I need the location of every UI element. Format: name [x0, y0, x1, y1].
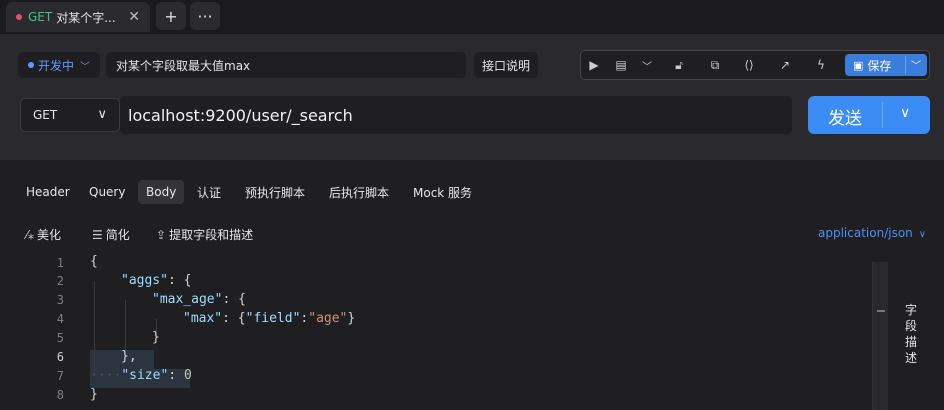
code-line: }: [90, 387, 98, 402]
add-tab-button[interactable]: +: [156, 2, 186, 30]
line-number: 4: [56, 312, 64, 326]
line-number: 6: [56, 350, 64, 364]
line-number: 3: [56, 293, 64, 307]
tab-bar: GET 对某个字... ✕ + ···: [0, 0, 944, 34]
close-icon[interactable]: ✕: [128, 9, 140, 25]
chevron-down-icon: ∨: [97, 107, 107, 122]
code-editor[interactable]: 1 2 3 4 5 6 7 8 { "aggs": { "max_age": {…: [0, 254, 870, 410]
chevron-down-icon[interactable]: ﹀: [639, 57, 655, 73]
save-label: 保存: [867, 58, 892, 73]
chevron-down-icon: ∨: [918, 229, 927, 240]
method-label: GET: [33, 108, 58, 122]
magic-wand-icon: ⁄⁎: [26, 227, 35, 242]
side-tab-char: 述: [904, 351, 917, 365]
request-name-input[interactable]: 对某个字段取最大值max: [106, 52, 466, 78]
play-icon[interactable]: ▶: [586, 57, 602, 73]
code-line: ····"size": 0: [90, 368, 192, 383]
line-number: 5: [56, 331, 64, 345]
method-select[interactable]: GET ∨: [20, 98, 120, 132]
simplify-button[interactable]: ☰ 简化: [92, 226, 130, 243]
flash-icon[interactable]: ϟ: [813, 57, 829, 73]
field-description-tab[interactable]: 字 段 描 述: [896, 262, 926, 410]
line-number: 7: [56, 369, 64, 383]
code-line: "max": {"field":"age"}: [183, 311, 356, 326]
tab-auth[interactable]: 认证: [189, 180, 229, 204]
simplify-label: 简化: [105, 228, 130, 242]
upload-icon: ⇪: [156, 227, 167, 242]
copy-icon[interactable]: ⧉: [707, 57, 723, 73]
more-tabs-button[interactable]: ···: [190, 2, 220, 30]
send-divider: [882, 102, 883, 128]
list-icon: ☰: [92, 227, 103, 242]
tab-method: GET: [28, 10, 53, 24]
status-label: 开发中: [38, 58, 75, 73]
tab-body[interactable]: Body: [138, 180, 185, 204]
extract-label: 提取字段和描述: [169, 228, 254, 242]
side-tab-char: 段: [904, 319, 917, 333]
code-line: {: [90, 254, 98, 269]
api-doc-button[interactable]: 接口说明: [474, 52, 538, 78]
save-icon: ▣: [853, 58, 864, 72]
tab-title: 对某个字...: [56, 10, 116, 25]
tab-mock[interactable]: Mock 服务: [405, 180, 480, 204]
request-toolbar: ▶ ▤ ﹀ 🔓︎ ⧉ ⟨⟩ ↗ ϟ ▣ 保存 ﹀: [580, 50, 930, 80]
line-number: 1: [56, 256, 64, 270]
content-type-label: application/json: [818, 226, 913, 240]
side-tab-char: 描: [904, 335, 917, 349]
status-select[interactable]: 开发中 ﹀: [18, 52, 100, 78]
save-divider: [905, 56, 906, 74]
request-tab[interactable]: GET 对某个字... ✕: [6, 2, 150, 32]
tab-pre-script[interactable]: 预执行脚本: [237, 180, 313, 204]
chevron-down-icon: ﹀: [80, 61, 91, 73]
scrollbar-thumb[interactable]: [877, 310, 885, 312]
tab-header[interactable]: Header: [18, 180, 78, 204]
code-view-icon[interactable]: ▤: [613, 57, 629, 73]
send-label: 发送: [828, 109, 862, 129]
code-line: },: [121, 349, 137, 364]
content-type-select[interactable]: application/json ∨: [818, 226, 926, 240]
line-number: 8: [56, 388, 64, 402]
code-line: "max_age": {: [152, 292, 246, 307]
code-icon[interactable]: ⟨⟩: [741, 57, 757, 73]
share-icon[interactable]: ↗: [777, 57, 793, 73]
beautify-label: 美化: [37, 228, 62, 242]
line-number: 2: [56, 274, 64, 288]
chevron-down-icon[interactable]: ﹀: [911, 57, 921, 72]
url-input[interactable]: localhost:9200/user/_search: [120, 96, 792, 134]
beautify-button[interactable]: ⁄⁎ 美化: [26, 226, 61, 243]
editor-scrollbar[interactable]: [872, 262, 888, 410]
tab-query[interactable]: Query: [81, 180, 133, 204]
status-dot: [28, 62, 34, 68]
send-button[interactable]: 发送 ∨: [808, 96, 930, 134]
side-tab-char: 字: [904, 303, 917, 317]
unsaved-dot: [16, 14, 22, 20]
extract-fields-button[interactable]: ⇪ 提取字段和描述: [156, 226, 253, 243]
lock-icon[interactable]: 🔓︎: [671, 57, 687, 73]
tab-post-script[interactable]: 后执行脚本: [321, 180, 397, 204]
save-button[interactable]: ▣ 保存 ﹀: [845, 54, 927, 76]
code-line: "aggs": {: [121, 273, 192, 288]
indent-guide: [94, 281, 95, 376]
chevron-down-icon[interactable]: ∨: [900, 105, 910, 121]
code-line: }: [152, 330, 160, 345]
